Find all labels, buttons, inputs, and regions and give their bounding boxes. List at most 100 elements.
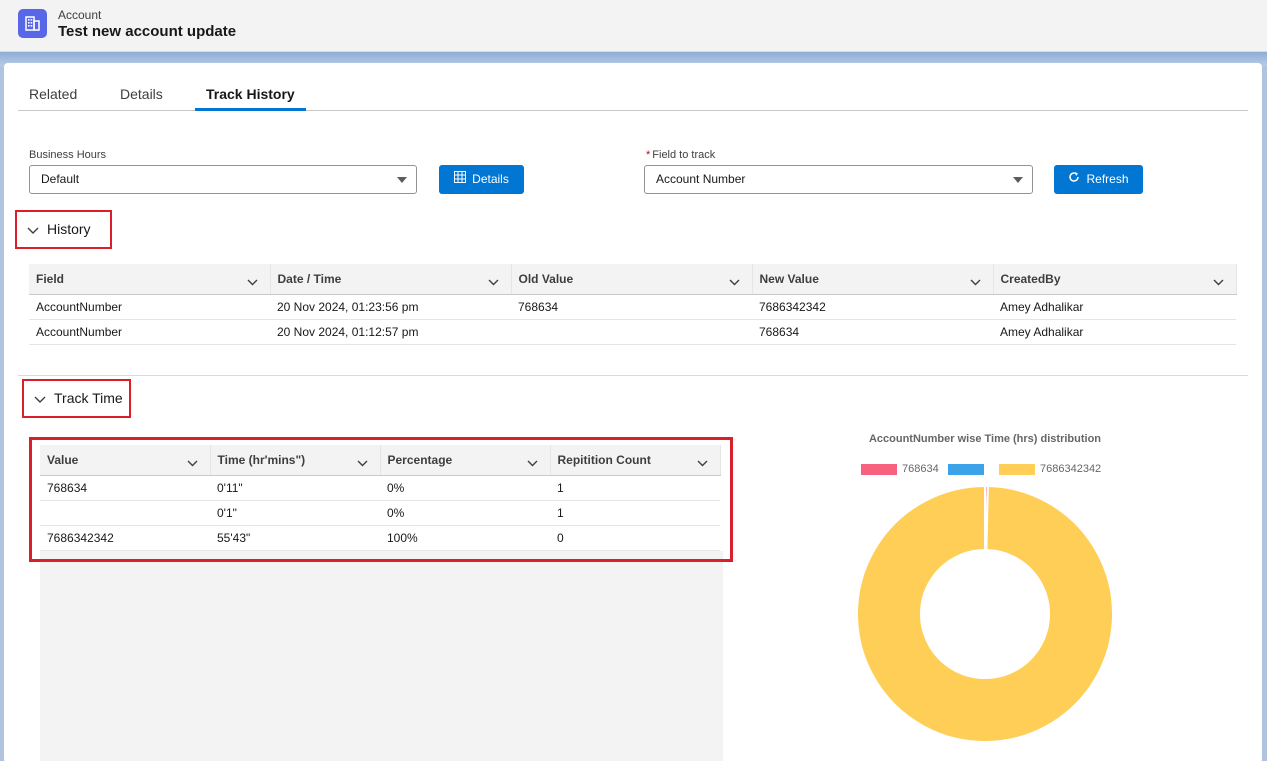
history-header-row: Field Date / Time Old Value New Value Cr…	[29, 264, 1237, 295]
table-row: 0'1" 0% 1	[40, 500, 720, 526]
track-time-section-label: Track Time	[54, 390, 123, 406]
table-cell: 0%	[380, 500, 550, 526]
history-section-label: History	[47, 221, 91, 237]
table-cell: 7686342342	[752, 294, 993, 320]
donut-slice-2[interactable]	[856, 484, 1114, 743]
table-cell: 1	[550, 475, 720, 501]
column-header-percentage[interactable]: Percentage	[380, 445, 551, 476]
refresh-icon	[1068, 165, 1080, 194]
tab-track-history[interactable]: Track History	[195, 83, 306, 111]
tab-bar: Related Details Track History	[18, 83, 1248, 111]
column-header-field[interactable]: Field	[29, 264, 271, 295]
column-header-value[interactable]: Value	[40, 445, 211, 476]
table-cell: AccountNumber	[29, 294, 270, 320]
column-label: Field	[36, 271, 65, 286]
chevron-down-icon[interactable]	[729, 275, 740, 289]
column-header-new-value[interactable]: New Value	[752, 264, 994, 295]
account-icon	[18, 9, 47, 38]
table-cell: 0%	[380, 475, 550, 501]
chevron-down-icon[interactable]	[970, 275, 981, 289]
table-cell: 768634	[40, 475, 210, 501]
legend-item-2[interactable]: 7686342342	[999, 463, 1101, 475]
refresh-button[interactable]: Refresh	[1054, 165, 1143, 194]
table-cell: 0	[550, 525, 720, 551]
table-cell: 1	[550, 500, 720, 526]
legend-label-0: 768634	[902, 463, 939, 475]
table-cell: 20 Nov 2024, 01:23:56 pm	[270, 294, 511, 320]
legend-swatch-1	[948, 463, 984, 475]
table-cell: 55'43"	[210, 525, 380, 551]
chevron-down-icon[interactable]	[697, 456, 708, 470]
legend-swatch-0	[861, 463, 897, 475]
chevron-down-icon	[27, 213, 39, 248]
column-header-date-time[interactable]: Date / Time	[270, 264, 512, 295]
tab-details[interactable]: Details	[120, 83, 163, 111]
business-hours-select[interactable]: Default	[29, 165, 417, 194]
chevron-down-icon	[397, 177, 407, 183]
track-time-section-toggle[interactable]: Track Time	[22, 379, 131, 418]
table-cell: 100%	[380, 525, 550, 551]
record-header: Account Test new account update	[0, 0, 1267, 52]
section-divider	[18, 375, 1248, 376]
object-type-label: Account	[58, 8, 102, 22]
chevron-down-icon[interactable]	[1213, 275, 1224, 289]
table-cell: 20 Nov 2024, 01:12:57 pm	[270, 319, 511, 345]
column-header-old-value[interactable]: Old Value	[511, 264, 753, 295]
column-label: Time (hr'mins")	[217, 452, 306, 467]
table-row: 768634 0'11" 0% 1	[40, 475, 720, 501]
column-header-created-by[interactable]: CreatedBy	[993, 264, 1237, 295]
table-cell	[511, 319, 752, 345]
refresh-button-label: Refresh	[1086, 172, 1129, 186]
field-to-track-label-text: Field to track	[652, 149, 716, 161]
legend-swatch-2	[999, 463, 1035, 475]
table-cell	[40, 500, 210, 526]
field-to-track-select[interactable]: Account Number	[644, 165, 1033, 194]
chevron-down-icon[interactable]	[488, 275, 499, 289]
table-cell: 7686342342	[40, 525, 210, 551]
details-button[interactable]: Details	[439, 165, 524, 194]
chevron-down-icon[interactable]	[187, 456, 198, 470]
history-table: Field Date / Time Old Value New Value Cr…	[29, 264, 1237, 345]
tab-related[interactable]: Related	[29, 83, 77, 111]
table-icon	[454, 165, 467, 194]
table-cell: 0'1"	[210, 500, 380, 526]
column-label: Date / Time	[277, 271, 342, 286]
legend-label-2: 7686342342	[1040, 463, 1102, 475]
column-label: Percentage	[387, 452, 453, 467]
table-row: 7686342342 55'43" 100% 0	[40, 525, 720, 551]
table-cell: 768634	[752, 319, 993, 345]
table-cell: 768634	[511, 294, 752, 320]
column-header-repitition-count[interactable]: Repitition Count	[550, 445, 721, 476]
business-hours-value: Default	[41, 172, 80, 186]
table-cell: 0'11"	[210, 475, 380, 501]
column-label: CreatedBy	[1000, 271, 1061, 286]
column-label: Value	[47, 452, 79, 467]
table-cell: Amey Adhalikar	[993, 294, 1236, 320]
table-cell: Amey Adhalikar	[993, 319, 1236, 345]
chevron-down-icon	[1013, 177, 1023, 183]
table-row: AccountNumber 20 Nov 2024, 01:12:57 pm 7…	[29, 319, 1236, 345]
track-time-table: Value Time (hr'mins") Percentage Repitit…	[40, 445, 721, 551]
main-card: Related Details Track History Business H…	[4, 63, 1262, 761]
column-header-time[interactable]: Time (hr'mins")	[210, 445, 381, 476]
history-section-toggle[interactable]: History	[15, 210, 112, 249]
details-button-label: Details	[472, 172, 509, 186]
table-cell: AccountNumber	[29, 319, 270, 345]
track-time-header-row: Value Time (hr'mins") Percentage Repitit…	[40, 445, 721, 476]
legend-item-0[interactable]: 768634	[861, 463, 939, 475]
column-label: New Value	[759, 271, 819, 286]
column-label: Old Value	[518, 271, 574, 286]
chevron-down-icon[interactable]	[527, 456, 538, 470]
field-to-track-value: Account Number	[656, 172, 746, 186]
chevron-down-icon[interactable]	[247, 275, 258, 289]
business-hours-label: Business Hours	[29, 149, 107, 161]
field-to-track-label: * Field to track	[646, 149, 715, 161]
chevron-down-icon[interactable]	[357, 456, 368, 470]
chevron-down-icon	[34, 382, 46, 417]
table-row: AccountNumber 20 Nov 2024, 01:23:56 pm 7…	[29, 294, 1236, 320]
chart-title: AccountNumber wise Time (hrs) distributi…	[868, 433, 1102, 445]
donut-chart	[856, 484, 1114, 743]
record-title: Test new account update	[58, 23, 237, 40]
legend-item-1[interactable]	[948, 463, 989, 475]
column-label: Repitition Count	[557, 452, 651, 467]
